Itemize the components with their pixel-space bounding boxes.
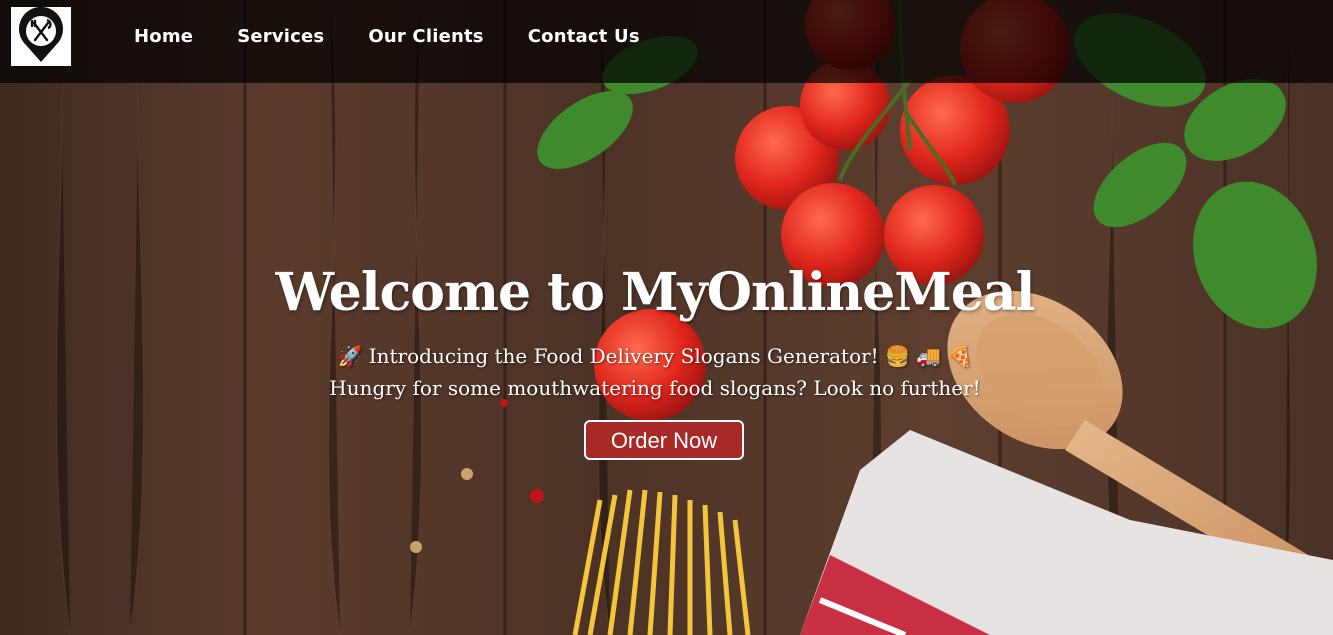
hero-intro-text: 🚀 Introducing the Food Delivery Slogans … xyxy=(337,344,973,368)
restaurant-location-pin-icon xyxy=(19,7,63,62)
nav-our-clients-link[interactable]: Our Clients xyxy=(368,26,483,47)
top-navbar: Home Services Our Clients Contact Us xyxy=(0,0,1333,83)
hero-tagline-text: Hungry for some mouthwatering food sloga… xyxy=(329,376,981,400)
nav-home-link[interactable]: Home xyxy=(134,26,193,47)
hero-title: Welcome to MyOnlineMeal xyxy=(275,262,1036,323)
landing-page: Home Services Our Clients Contact Us Wel… xyxy=(0,0,1333,635)
order-now-button[interactable]: Order Now xyxy=(584,420,744,460)
hero-section: Welcome to MyOnlineMeal 🚀 Introducing th… xyxy=(0,258,1310,460)
logo[interactable] xyxy=(11,7,71,66)
nav-services-link[interactable]: Services xyxy=(237,26,324,47)
nav-contact-us-link[interactable]: Contact Us xyxy=(528,26,640,47)
nav-links: Home Services Our Clients Contact Us xyxy=(134,26,684,47)
